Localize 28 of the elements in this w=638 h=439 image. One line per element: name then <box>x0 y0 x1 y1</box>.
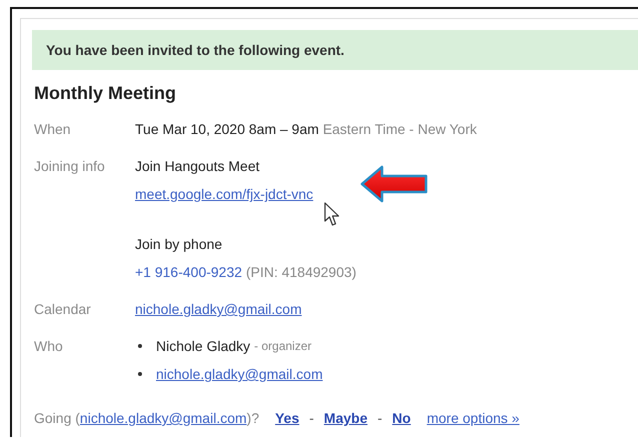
phone-heading: Join by phone <box>135 235 222 254</box>
field-label: Who <box>34 337 63 356</box>
more-options-link[interactable]: more options » <box>426 404 520 432</box>
calendar-link[interactable]: nichole.gladky@gmail.com <box>135 295 302 323</box>
field-label: When <box>34 120 71 139</box>
separator: - <box>378 410 382 426</box>
bullet-icon <box>138 372 142 376</box>
event-title: Monthly Meeting <box>34 82 176 105</box>
video-heading: Join Hangouts Meet <box>135 157 260 176</box>
guest-role: - organizer <box>254 339 312 353</box>
invitation-banner: You have been invited to the following event. <box>32 30 638 70</box>
event-time: Tue Mar 10, 2020 8am – 9am Eastern Time - New York <box>135 120 477 139</box>
arrow-icon <box>360 165 430 203</box>
field-label: Calendar <box>34 300 91 319</box>
going-label: Going ( <box>34 409 80 428</box>
rsvp-email-link[interactable]: nichole.gladky@gmail.com <box>80 404 247 432</box>
rsvp-option-link[interactable]: No <box>392 410 411 426</box>
separator: - <box>309 410 314 426</box>
field-label: Joining info <box>34 157 105 176</box>
guest-name: Nichole Gladky <box>156 337 250 356</box>
mouse-pointer-icon <box>324 202 342 227</box>
rsvp-option-link[interactable]: Yes <box>275 410 300 426</box>
bullet-icon <box>138 344 142 348</box>
phone-number: +1 916-400-9232 (PIN: 418492903) <box>135 263 356 282</box>
rsvp-option-link[interactable]: Maybe <box>324 410 368 426</box>
going-label: )? <box>246 409 260 428</box>
meeting-link[interactable]: meet.google.com/fjx-jdct-vnc <box>135 180 314 208</box>
guest-email-link[interactable]: nichole.gladky@gmail.com <box>156 360 323 388</box>
